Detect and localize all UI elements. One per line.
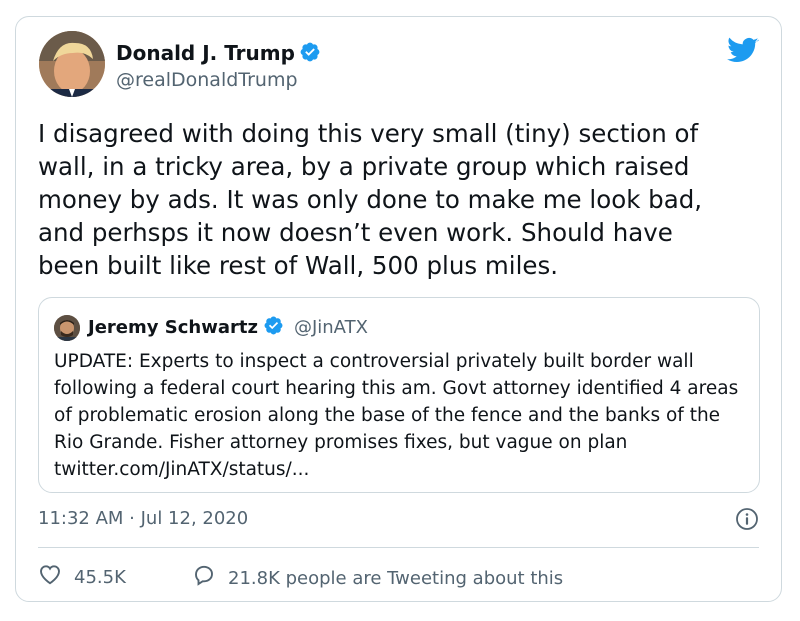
tweet-text: I disagreed with doing this very small (… [38,119,703,280]
quoted-author-name: Jeremy Schwartz [88,317,258,338]
author-name-text: Donald J. Trump [116,41,295,65]
conversation-text: 21.8K people are Tweeting about this [228,568,564,589]
like-button[interactable]: 45.5K [38,563,126,593]
author-name[interactable]: Donald J. Trump [116,41,321,68]
twitter-bird-icon[interactable] [727,37,759,65]
tweet-card: Donald J. Trump @realDonaldTrump I disag… [15,16,782,602]
speech-bubble-icon [192,563,228,595]
author-avatar[interactable] [39,31,105,97]
quoted-tweet-text: UPDATE: Experts to inspect a controversi… [54,351,739,480]
heart-icon [38,563,74,593]
divider [38,547,759,548]
quoted-author-avatar[interactable] [54,315,80,341]
quoted-tweet[interactable]: Jeremy Schwartz @JinATX UPDATE: Experts t… [38,297,760,493]
quoted-author: Jeremy Schwartz @JinATX [88,315,368,343]
conversation-button[interactable]: 21.8K people are Tweeting about this [192,563,563,595]
quoted-author-handle: @JinATX [293,317,368,338]
tweet-timestamp[interactable]: 11:32 AM · Jul 12, 2020 [38,507,248,531]
verified-badge-icon [263,315,284,343]
info-icon[interactable] [735,507,759,531]
verified-badge-icon [299,41,321,68]
like-count: 45.5K [74,567,126,588]
author-handle[interactable]: @realDonaldTrump [116,68,298,92]
